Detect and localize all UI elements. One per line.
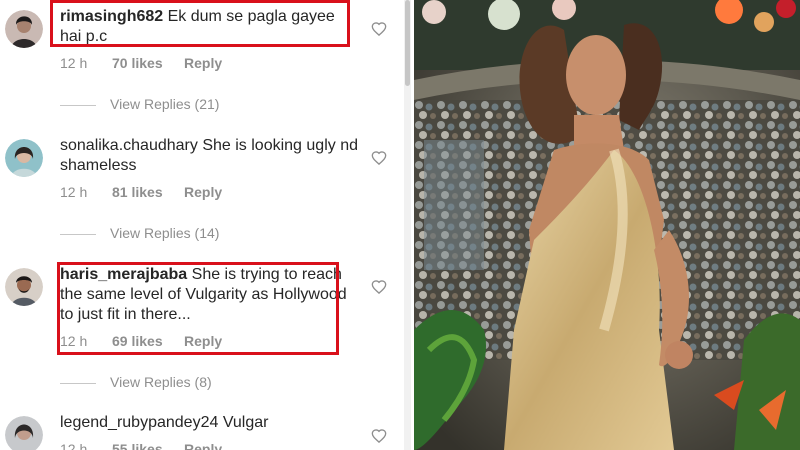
comment-time: 12 h — [60, 333, 88, 349]
comment-username[interactable]: sonalika.chaudhary — [60, 137, 198, 154]
view-replies-button[interactable]: View Replies (8) — [60, 374, 212, 390]
avatar[interactable] — [5, 10, 43, 48]
avatar-icon — [5, 10, 43, 48]
comment-text: legend_rubypandey24 Vulgar — [60, 413, 360, 433]
view-replies-button[interactable]: View Replies (21) — [60, 96, 219, 112]
avatar[interactable] — [5, 139, 43, 177]
heart-outline-icon[interactable] — [371, 428, 387, 443]
avatar[interactable] — [5, 268, 43, 306]
comment-time: 12 h — [60, 441, 88, 450]
avatar-icon — [5, 139, 43, 177]
comment-text: sonalika.chaudhary She is looking ugly n… — [60, 136, 360, 176]
avatar-icon — [5, 268, 43, 306]
heart-outline-icon[interactable] — [371, 279, 387, 294]
view-replies-line — [60, 382, 96, 384]
comment-meta: 12 h 70 likes Reply — [60, 55, 222, 71]
comment-username[interactable]: rimasingh682 — [60, 8, 163, 25]
post-photo — [414, 0, 800, 450]
comment-body: Vulgar — [222, 414, 269, 431]
reply-button[interactable]: Reply — [184, 441, 222, 450]
view-replies-line — [60, 233, 96, 235]
scrollbar[interactable] — [404, 0, 411, 450]
comment-meta: 12 h 55 likes Reply — [60, 441, 222, 450]
heart-outline-icon[interactable] — [371, 21, 387, 36]
reply-button[interactable]: Reply — [184, 55, 222, 71]
comments-panel: rimasingh682 Ek dum se pagla gayee hai p… — [0, 0, 408, 450]
comment-text: haris_merajbaba She is trying to reach t… — [60, 265, 360, 325]
view-replies-label: View Replies (14) — [110, 225, 220, 241]
view-replies-label: View Replies (21) — [110, 96, 220, 112]
post-image — [414, 0, 800, 450]
heart-outline-icon[interactable] — [371, 150, 387, 165]
scrollbar-thumb[interactable] — [405, 0, 410, 86]
comment-time: 12 h — [60, 55, 88, 71]
reply-button[interactable]: Reply — [184, 333, 222, 349]
comment-username[interactable]: haris_merajbaba — [60, 266, 187, 283]
comment-likes[interactable]: 55 likes — [112, 441, 184, 450]
view-replies-label: View Replies (8) — [110, 374, 212, 390]
comment-meta: 12 h 81 likes Reply — [60, 184, 222, 200]
comment-username[interactable]: legend_rubypandey24 — [60, 414, 218, 431]
avatar-icon — [5, 416, 43, 450]
reply-button[interactable]: Reply — [184, 184, 222, 200]
comment-time: 12 h — [60, 184, 88, 200]
comment-likes[interactable]: 81 likes — [112, 184, 184, 200]
comment-meta: 12 h 69 likes Reply — [60, 333, 222, 349]
view-replies-button[interactable]: View Replies (14) — [60, 225, 219, 241]
comment-likes[interactable]: 69 likes — [112, 333, 184, 349]
comment-likes[interactable]: 70 likes — [112, 55, 184, 71]
avatar[interactable] — [5, 416, 43, 450]
view-replies-line — [60, 104, 96, 106]
comment-text: rimasingh682 Ek dum se pagla gayee hai p… — [60, 7, 360, 47]
